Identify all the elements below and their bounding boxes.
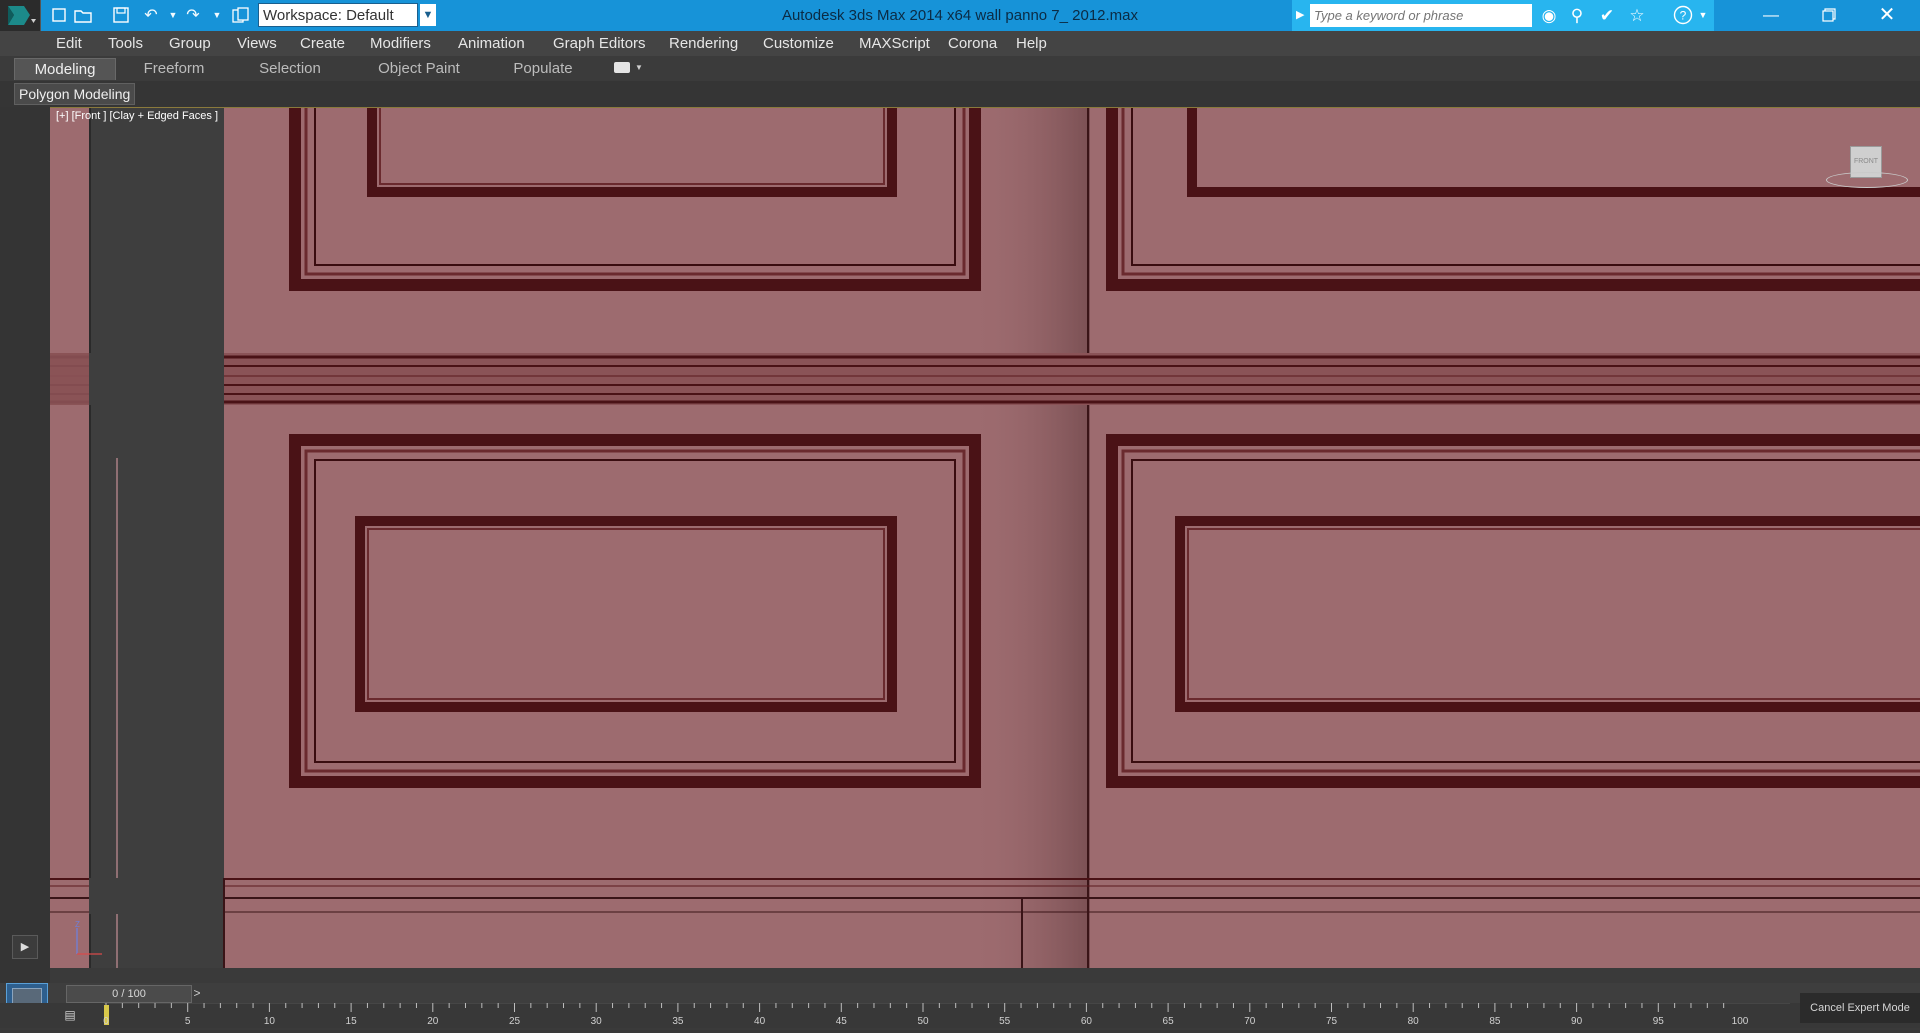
viewport-label[interactable]: [+] [Front ] [Clay + Edged Faces ] xyxy=(56,110,218,122)
timeline-tick-label: 0 xyxy=(103,1016,109,1027)
timeline-tick-labels: 0 5 10 15 20 25 30 35 40 45 50 55 60 65 70 75 80 85 90 95 10… xyxy=(103,1016,1804,1028)
menu-group[interactable]: Group xyxy=(169,31,211,56)
timeline-tick-label: 25 xyxy=(508,1016,521,1027)
timeline-tick-label: 10 xyxy=(263,1016,275,1027)
timeline-tick-label: 60 xyxy=(1080,1016,1092,1027)
menu-views[interactable]: Views xyxy=(237,31,277,56)
workspace-select[interactable]: Workspace: Default xyxy=(258,3,418,27)
key-icon[interactable]: ⚲ xyxy=(1566,4,1588,27)
timeline-tick-label: 95 xyxy=(1652,1016,1664,1027)
project-folder-icon[interactable] xyxy=(230,5,252,25)
timeline-tick-label: 70 xyxy=(1244,1016,1256,1027)
menu-graph-editors[interactable]: Graph Editors xyxy=(553,31,646,56)
curve-editor-icon[interactable]: ▤ xyxy=(60,1008,80,1024)
save-file-icon[interactable] xyxy=(110,5,132,25)
timeline-tick-label: 20 xyxy=(427,1016,439,1027)
tab-object-paint[interactable]: Object Paint xyxy=(369,58,469,79)
maxscript-listener-play-icon[interactable]: ▶ xyxy=(12,935,38,959)
timeline-tick-label: 45 xyxy=(835,1016,847,1027)
menu-help[interactable]: Help xyxy=(1016,31,1047,56)
search-input[interactable] xyxy=(1310,4,1532,27)
new-file-icon[interactable] xyxy=(48,5,70,25)
axis-z-label: Z xyxy=(75,920,80,929)
dark-column xyxy=(89,108,224,968)
menu-modifiers[interactable]: Modifiers xyxy=(370,31,431,56)
axis-tripod-icon: Z xyxy=(72,918,112,958)
time-slider-bar xyxy=(0,983,1920,1003)
ribbon-toggle-icon[interactable] xyxy=(614,62,630,73)
help-dropdown-icon[interactable]: ▼ xyxy=(1692,4,1714,27)
open-file-icon[interactable] xyxy=(72,5,94,25)
menu-edit[interactable]: Edit xyxy=(56,31,82,56)
tab-populate[interactable]: Populate xyxy=(493,58,593,79)
timeline-tick-label: 35 xyxy=(672,1016,684,1027)
timeline-tick-label: 75 xyxy=(1325,1016,1338,1027)
timeline-tick-label: 40 xyxy=(754,1016,766,1027)
3ds-max-logo-icon xyxy=(8,6,36,25)
front-viewport[interactable] xyxy=(50,107,1920,968)
menu-create[interactable]: Create xyxy=(300,31,345,56)
timeline-tick-label: 55 xyxy=(999,1016,1011,1027)
workspace-dropdown-arrow-icon[interactable]: ▼ xyxy=(420,4,436,26)
binoculars-icon[interactable]: ◉ xyxy=(1538,4,1560,27)
menu-maxscript[interactable]: MAXScript xyxy=(859,31,930,56)
timeline-tick-label: 30 xyxy=(590,1016,602,1027)
chair-rail-molding xyxy=(50,353,1920,405)
menu-customize[interactable]: Customize xyxy=(763,31,834,56)
menu-animation[interactable]: Animation xyxy=(458,31,525,56)
polygon-modeling-panel[interactable]: Polygon Modeling xyxy=(14,83,136,105)
timeline-tick-label: 5 xyxy=(184,1016,191,1027)
menu-rendering[interactable]: Rendering xyxy=(669,31,738,56)
undo-dropdown-icon[interactable]: ▼ xyxy=(162,5,184,25)
time-slider-next-button[interactable]: > xyxy=(190,985,204,1001)
close-icon[interactable]: ✕ xyxy=(1864,0,1910,31)
ribbon-panel xyxy=(0,81,1920,108)
timeline-tick-label: 65 xyxy=(1162,1016,1174,1027)
timeline-tick-label: 50 xyxy=(917,1016,929,1027)
tab-selection[interactable]: Selection xyxy=(240,58,340,79)
cancel-expert-mode-button[interactable]: Cancel Expert Mode xyxy=(1800,993,1920,1023)
redo-dropdown-icon[interactable]: ▼ xyxy=(206,5,228,25)
timeline-tick-label: 90 xyxy=(1571,1016,1583,1027)
viewcube-compass-ring[interactable] xyxy=(1826,172,1908,188)
time-slider-knob[interactable]: 0 / 100 xyxy=(66,985,192,1003)
timeline-tick-label: 80 xyxy=(1407,1016,1419,1027)
menu-corona[interactable]: Corona xyxy=(948,31,997,56)
search-expand-icon[interactable]: ▶ xyxy=(1296,8,1304,21)
timeline-tick-label: 85 xyxy=(1489,1016,1501,1027)
left-toolbar-strip xyxy=(0,107,50,987)
restore-icon[interactable] xyxy=(1806,0,1852,31)
redo-icon[interactable]: ↷ xyxy=(182,5,204,25)
help-icon[interactable]: ? xyxy=(1672,4,1694,27)
undo-icon[interactable]: ↶ xyxy=(140,5,162,25)
timeline-tick-label: 100 xyxy=(1731,1016,1749,1027)
window-title: Autodesk 3ds Max 2014 x64 wall panno 7_ … xyxy=(781,7,1139,24)
tab-modeling[interactable]: Modeling xyxy=(14,58,116,80)
minimize-icon[interactable]: — xyxy=(1748,0,1794,31)
tab-freeform[interactable]: Freeform xyxy=(124,58,224,79)
menu-tools[interactable]: Tools xyxy=(108,31,143,56)
star-icon[interactable]: ☆ xyxy=(1626,4,1648,27)
app-menu-button[interactable] xyxy=(0,0,41,31)
timeline-tick-label: 15 xyxy=(345,1016,357,1027)
exchange-icon[interactable]: ✔ xyxy=(1596,4,1618,27)
wall-panel-model xyxy=(50,108,1920,968)
ribbon-dropdown-icon[interactable]: ▼ xyxy=(635,63,643,72)
svg-text:?: ? xyxy=(1680,9,1687,23)
